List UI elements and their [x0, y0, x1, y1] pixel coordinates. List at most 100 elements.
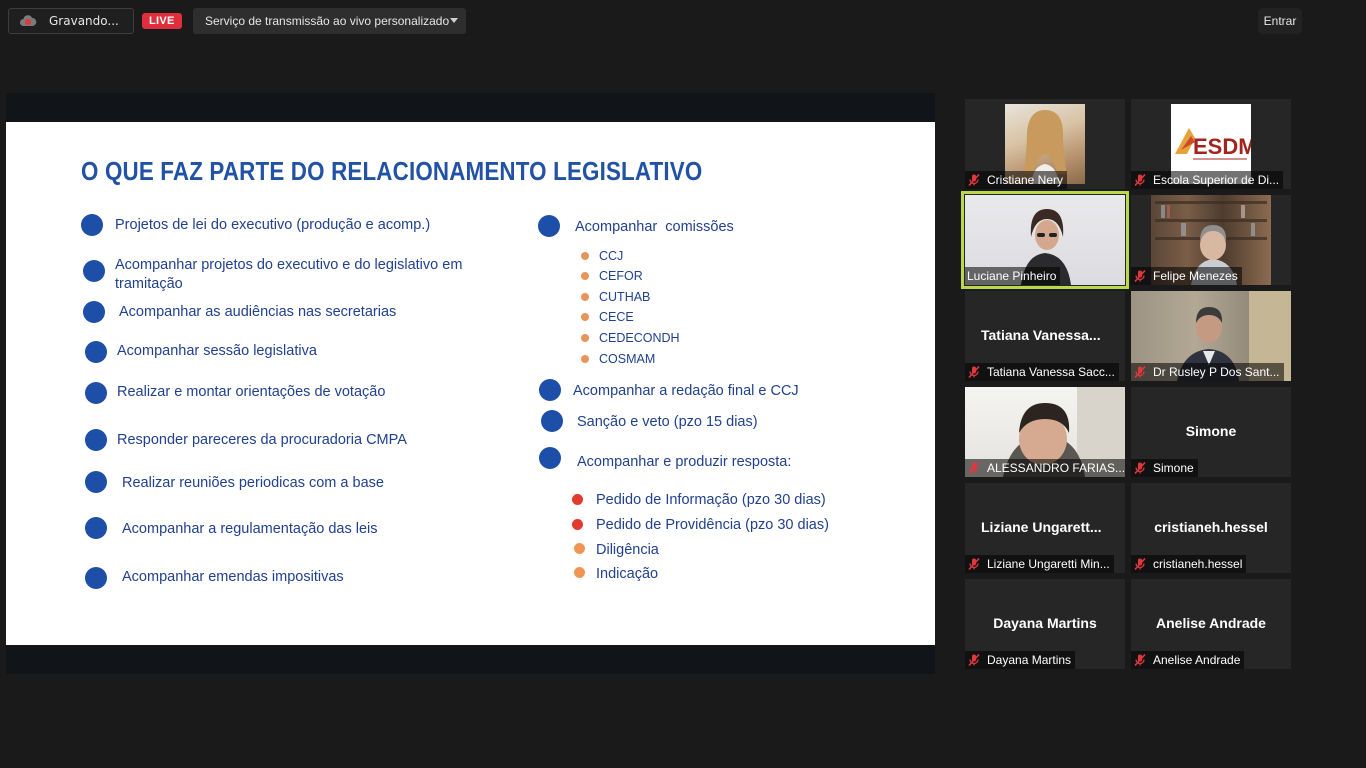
bullet-icon: [85, 429, 107, 451]
mic-muted-icon: [1133, 173, 1147, 187]
bullet-icon: [85, 471, 107, 493]
participant-tile[interactable]: Liziane Ungarett... Liziane Ungaretti Mi…: [965, 483, 1125, 573]
mic-muted-icon: [1133, 269, 1147, 283]
participant-tile[interactable]: Dr Rusley P Dos Sant...: [1131, 291, 1291, 381]
participant-tile[interactable]: Anelise Andrade Anelise Andrade: [1131, 579, 1291, 669]
bullet-icon: [539, 447, 561, 469]
participant-tile-active-speaker[interactable]: Luciane Pinheiro: [961, 191, 1129, 289]
mic-muted-icon: [1133, 461, 1147, 475]
participant-name-label: Liziane Ungaretti Min...: [965, 555, 1114, 573]
participant-name-label: cristianeh.hessel: [1131, 555, 1247, 573]
participant-name-label: Simone: [1131, 459, 1198, 477]
participant-tile[interactable]: cristianeh.hessel cristianeh.hessel: [1131, 483, 1291, 573]
orange-bullet-icon: [574, 567, 585, 578]
participant-name-label: Cristiane Nery: [965, 171, 1068, 189]
bullet-icon: [83, 301, 105, 323]
participant-name: cristianeh.hessel: [1153, 557, 1243, 571]
participant-name-label: Luciane Pinheiro: [965, 267, 1061, 285]
chevron-down-icon: [450, 18, 458, 23]
participant-name: ALESSANDRO FARIAS...: [987, 461, 1125, 475]
participant-name: Liziane Ungaretti Min...: [987, 557, 1110, 571]
participant-name-label: Felipe Menezes: [1131, 267, 1242, 285]
recording-indicator[interactable]: Gravando...: [8, 8, 134, 34]
left-item: Acompanhar sessão legislativa: [117, 343, 317, 359]
commission-item: CEDECONDH: [599, 331, 680, 345]
mic-muted-icon: [967, 461, 981, 475]
participant-display-name: Liziane Ungarett...: [981, 519, 1102, 535]
left-item: Acompanhar as audiências nas secretarias: [119, 304, 397, 320]
participant-name-label: Dr Rusley P Dos Sant...: [1131, 363, 1284, 381]
participant-name: Dr Rusley P Dos Sant...: [1153, 365, 1280, 379]
response-subitem: Pedido de Informação (pzo 30 dias): [596, 492, 826, 508]
final-draft-item: Acompanhar a redação final e CCJ: [573, 383, 799, 399]
bullet-icon: [81, 214, 103, 236]
participant-tile[interactable]: Dayana Martins Dayana Martins: [965, 579, 1125, 669]
recording-label: Gravando...: [49, 14, 119, 28]
participant-name: Tatiana Vanessa Sacc...: [987, 365, 1115, 379]
left-item: Responder pareceres da procuradoria CMPA: [117, 432, 407, 448]
sub-bullet-icon: [581, 355, 589, 363]
sub-bullet-icon: [581, 293, 589, 301]
left-item: Projetos de lei do executivo (produção e…: [115, 217, 431, 233]
participant-name: Anelise Andrade: [1153, 653, 1241, 667]
participant-display-name: Simone: [1185, 423, 1237, 439]
participant-tile[interactable]: ALESSANDRO FARIAS...: [965, 387, 1125, 477]
participant-name: Simone: [1153, 461, 1194, 475]
participant-name-label: Escola Superior de Di...: [1131, 171, 1284, 189]
logo-text: ESDM: [1193, 134, 1251, 159]
participant-name: Dayana Martins: [987, 653, 1072, 667]
response-subitem: Diligência: [596, 542, 659, 558]
stream-service-label: Serviço de transmissão ao vivo personali…: [205, 14, 450, 28]
participant-display-name: cristianeh.hessel: [1154, 519, 1268, 535]
participant-name: Escola Superior de Di...: [1153, 173, 1280, 187]
bullet-icon: [85, 341, 107, 363]
commission-item: CECE: [599, 310, 634, 324]
commission-item: CCJ: [599, 249, 624, 263]
mic-muted-icon: [1133, 653, 1147, 667]
participant-name-label: ALESSANDRO FARIAS...: [965, 459, 1125, 477]
cloud-record-icon: [19, 14, 37, 28]
bullet-icon: [539, 379, 561, 401]
bullet-icon: [85, 382, 107, 404]
participant-name: Luciane Pinheiro: [967, 269, 1057, 283]
stream-service-dropdown[interactable]: Serviço de transmissão ao vivo personali…: [193, 8, 466, 34]
participant-tile[interactable]: Simone Simone: [1131, 387, 1291, 477]
mic-muted-icon: [967, 365, 981, 379]
sub-bullet-icon: [581, 313, 589, 321]
sub-bullet-icon: [581, 272, 589, 280]
live-badge: LIVE: [142, 13, 182, 29]
mic-muted-icon: [967, 653, 981, 667]
shared-screen: O QUE FAZ PARTE DO RELACIONAMENTO LEGISL…: [6, 93, 935, 674]
participant-tile[interactable]: Felipe Menezes: [1131, 195, 1291, 285]
commission-item: COSMAM: [599, 352, 656, 366]
enter-button[interactable]: Entrar: [1258, 8, 1302, 34]
bullet-icon: [83, 260, 105, 282]
sub-bullet-icon: [581, 252, 589, 260]
bullet-icon: [85, 567, 107, 589]
red-bullet-icon: [572, 494, 583, 505]
participant-tile[interactable]: ESDM Escola Superior de Di...: [1131, 99, 1291, 189]
participant-name-label: Tatiana Vanessa Sacc...: [965, 363, 1119, 381]
participant-tile[interactable]: Tatiana Vanessa... Tatiana Vanessa Sacc.…: [965, 291, 1125, 381]
participant-name-label: Dayana Martins: [965, 651, 1076, 669]
mic-muted-icon: [967, 173, 981, 187]
commission-item: CEFOR: [599, 269, 643, 283]
left-item: Realizar reuniões periodicas com a base: [122, 475, 384, 491]
participant-tile[interactable]: Cristiane Nery: [965, 99, 1125, 189]
orange-bullet-icon: [574, 543, 585, 554]
slide-title: O QUE FAZ PARTE DO RELACIONAMENTO LEGISL…: [81, 156, 703, 186]
participant-name: Felipe Menezes: [1153, 269, 1238, 283]
participant-display-name: Dayana Martins: [993, 615, 1097, 631]
participant-display-name: Tatiana Vanessa...: [981, 327, 1101, 343]
left-item: Acompanhar projetos do executivo e do le…: [115, 257, 463, 292]
red-bullet-icon: [572, 519, 583, 530]
sanction-item: Sanção e veto (pzo 15 dias): [577, 414, 758, 430]
left-item: Realizar e montar orientações de votação: [117, 384, 386, 400]
mic-muted-icon: [1133, 365, 1147, 379]
response-subitem: Pedido de Providência (pzo 30 dias): [596, 517, 829, 533]
presentation-slide: O QUE FAZ PARTE DO RELACIONAMENTO LEGISL…: [6, 122, 935, 645]
sub-bullet-icon: [581, 334, 589, 342]
response-item: Acompanhar e produzir resposta:: [577, 454, 792, 470]
response-subitem: Indicação: [596, 566, 659, 582]
participant-name-label: Anelise Andrade: [1131, 651, 1245, 669]
